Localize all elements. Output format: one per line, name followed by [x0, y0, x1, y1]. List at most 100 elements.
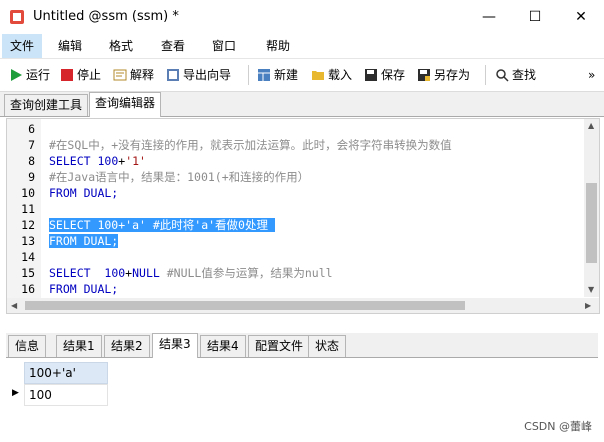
save-button[interactable]: 保存 [364, 64, 405, 86]
code-token: SELECT 100+'a' #此时将'a'看做0处理 [49, 218, 275, 232]
export-label: 导出向导 [183, 68, 232, 82]
tab-result-3[interactable]: 结果3 [152, 333, 198, 358]
scroll-left-icon[interactable]: ◀ [11, 301, 17, 310]
code-line: 12 SELECT 100+'a' #此时将'a'看做0处理 [7, 217, 583, 233]
toolbar-separator [485, 65, 486, 85]
export-wizard-button[interactable]: 导出向导 [166, 64, 231, 86]
line-number: 16 [21, 282, 35, 296]
code-text: FROM DUAL; [49, 185, 118, 201]
code-text: FROM DUAL; [49, 233, 119, 249]
horizontal-scroll-thumb[interactable] [25, 301, 465, 310]
menu-format[interactable]: 格式 [101, 34, 141, 58]
code-text: #在Java语言中，结果是：1001(+和连接的作用） [49, 169, 309, 185]
save-as-button[interactable]: 另存为 [417, 64, 470, 86]
result-grid: 100+'a' ▶ 100 [6, 358, 598, 442]
code-line: 6 [7, 121, 583, 137]
new-button[interactable]: 新建 [257, 64, 298, 86]
close-button[interactable]: ✕ [558, 0, 604, 34]
code-line: 7 #在SQL中，+没有连接的作用，就表示加法运算。此时，会将字符串转换为数值 [7, 137, 583, 153]
code-token: '1' [125, 154, 146, 168]
explain-button[interactable]: 解释 [113, 64, 154, 86]
code-line: 9 #在Java语言中，结果是：1001(+和连接的作用） [7, 169, 583, 185]
line-number: 14 [21, 250, 35, 264]
maximize-button[interactable]: ☐ [512, 0, 558, 34]
scroll-right-icon[interactable]: ▶ [585, 301, 591, 310]
line-number: 11 [21, 202, 35, 216]
load-label: 载入 [328, 68, 353, 82]
line-number: 7 [28, 138, 35, 152]
code-token: FROM DUAL; [49, 282, 119, 296]
result-tabs: 信息 结果1 结果2 结果3 结果4 配置文件 状态 [6, 333, 598, 358]
code-line: 14 [7, 249, 583, 265]
code-token: #NULL值参与运算，结果为null [166, 266, 333, 280]
menu-view[interactable]: 查看 [153, 34, 193, 58]
folder-icon [312, 71, 324, 80]
code-text: SELECT 100+'1' [49, 153, 146, 169]
code-line: 15 SELECT 100+NULL #NULL值参与运算，结果为null [7, 265, 583, 281]
code-text: SELECT 100+NULL #NULL值参与运算，结果为null [49, 265, 333, 281]
scroll-up-icon[interactable]: ▲ [588, 121, 594, 130]
horizontal-scrollbar[interactable]: ◀ ▶ [7, 298, 599, 313]
vertical-scrollbar[interactable]: ▲ ▼ [584, 119, 599, 297]
code-line: 13 FROM DUAL; [7, 233, 583, 249]
stop-icon [61, 69, 73, 81]
export-icon [167, 69, 179, 81]
line-number: 6 [28, 122, 35, 136]
line-number: 13 [21, 234, 35, 248]
tab-profile[interactable]: 配置文件 [248, 335, 311, 357]
minimize-button[interactable]: — [466, 0, 512, 34]
app-icon [10, 10, 24, 24]
code-lines: 6 7 #在SQL中，+没有连接的作用，就表示加法运算。此时，会将字符串转换为数值 8… [7, 121, 583, 297]
line-number: 12 [21, 218, 35, 232]
menu-edit[interactable]: 编辑 [50, 34, 90, 58]
menu-file[interactable]: 文件 [2, 34, 43, 58]
tab-query-editor[interactable]: 查询编辑器 [89, 92, 162, 117]
code-token: 100 [104, 266, 126, 280]
column-header[interactable]: 100+'a' [24, 362, 108, 384]
toolbar-overflow-button[interactable]: » [588, 64, 595, 86]
search-icon [496, 69, 509, 82]
run-label: 运行 [26, 68, 51, 82]
code-line: 8 SELECT 100+'1' [7, 153, 583, 169]
stop-button[interactable]: 停止 [60, 64, 101, 86]
code-token: SELECT [49, 266, 105, 280]
run-button[interactable]: 运行 [9, 64, 50, 86]
tab-query-builder[interactable]: 查询创建工具 [4, 94, 89, 116]
line-number: 10 [21, 186, 35, 200]
menu-window[interactable]: 窗口 [204, 34, 244, 58]
tab-info[interactable]: 信息 [8, 335, 47, 357]
save-icon [365, 69, 377, 81]
grid-cell[interactable]: 100 [24, 384, 108, 406]
code-token: FROM DUAL; [49, 186, 119, 200]
explain-icon [113, 69, 127, 81]
load-button[interactable]: 载入 [311, 64, 352, 86]
sql-editor[interactable]: 6 7 #在SQL中，+没有连接的作用，就表示加法运算。此时，会将字符串转换为数值 8… [6, 118, 600, 314]
line-number: 9 [28, 170, 35, 184]
tab-status[interactable]: 状态 [308, 335, 347, 357]
code-line: 16 FROM DUAL; [7, 281, 583, 297]
new-table-icon [258, 69, 270, 81]
code-token: FROM DUAL; [49, 234, 119, 248]
line-number: 15 [21, 266, 35, 280]
code-line: 10 FROM DUAL; [7, 185, 583, 201]
tab-result-2[interactable]: 结果2 [104, 335, 150, 357]
code-token: SELECT [49, 154, 98, 168]
code-token: 100 [97, 154, 119, 168]
tab-result-1[interactable]: 结果1 [56, 335, 102, 357]
editor-tabs: 查询创建工具 查询编辑器 [0, 92, 604, 117]
code-token: #在Java语言中，结果是：1001(+和连接的作用） [49, 170, 310, 184]
menu-help[interactable]: 帮助 [258, 34, 298, 58]
line-number: 8 [28, 154, 35, 168]
explain-label: 解释 [130, 68, 155, 82]
find-button[interactable]: 查找 [495, 64, 536, 86]
code-text: FROM DUAL; [49, 281, 118, 297]
toolbar-separator [248, 65, 249, 85]
scroll-down-icon[interactable]: ▼ [588, 285, 594, 294]
code-token: NULL [132, 266, 167, 280]
tab-result-4[interactable]: 结果4 [200, 335, 246, 357]
save-label: 保存 [381, 68, 406, 82]
vertical-scroll-thumb[interactable] [586, 183, 597, 263]
new-label: 新建 [274, 68, 299, 82]
save-as-label: 另存为 [434, 68, 471, 82]
stop-label: 停止 [77, 68, 102, 82]
